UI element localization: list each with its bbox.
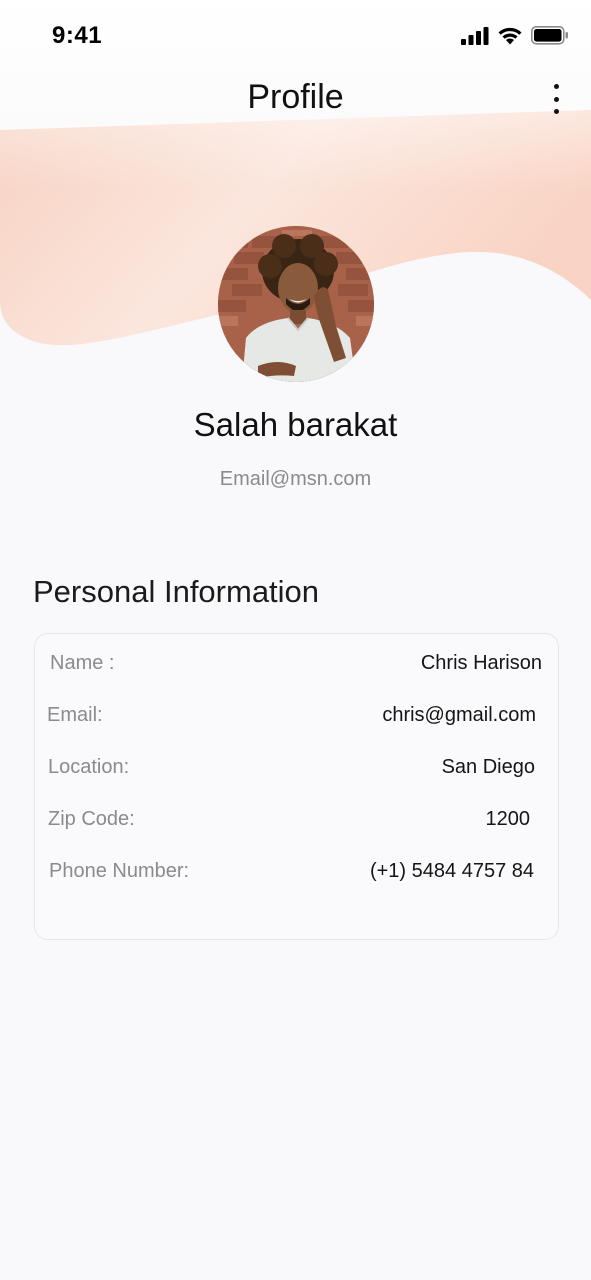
info-label: Phone Number: [49,860,190,882]
info-label: Name : [50,652,115,674]
personal-info-card: Name : Chris Harison Email: chris@gmail.… [34,633,559,940]
profile-name: Salah barakat [193,406,398,443]
info-row-location: Location: San Diego [35,756,560,786]
info-label: Location: [48,756,130,778]
info-row-email: Email: chris@gmail.com [35,704,560,734]
avatar-photo [218,226,374,382]
battery-icon [531,26,569,50]
more-vertical-icon [553,84,559,89]
info-value: chris@gmail.com [382,704,536,726]
info-value: Chris Harison [420,652,542,674]
profile-email: Email@msn.com [219,468,372,490]
info-row-name: Name : Chris Harison [35,652,560,682]
status-time: 9:41 [52,22,103,49]
section-title-personal-information: Personal Information [33,574,320,609]
page-title: Profile [247,78,344,116]
info-value: 1200 [485,808,531,830]
info-label: Zip Code: [48,808,135,830]
signal-icon [461,26,489,50]
info-value: (+1) 5484 4757 84 [369,860,534,882]
status-icons [461,26,569,50]
avatar[interactable] [218,226,374,382]
info-row-zip-code: Zip Code: 1200 [35,808,560,838]
wifi-icon [497,26,523,50]
info-label: Email: [47,704,103,726]
more-vertical-icon-dot [553,96,559,102]
more-vertical-icon-dot [553,109,559,114]
status-bar: 9:41 [0,0,591,72]
more-options-button[interactable] [547,84,565,114]
info-value: San Diego [441,756,535,778]
info-row-phone-number: Phone Number: (+1) 5484 4757 84 [35,860,560,890]
